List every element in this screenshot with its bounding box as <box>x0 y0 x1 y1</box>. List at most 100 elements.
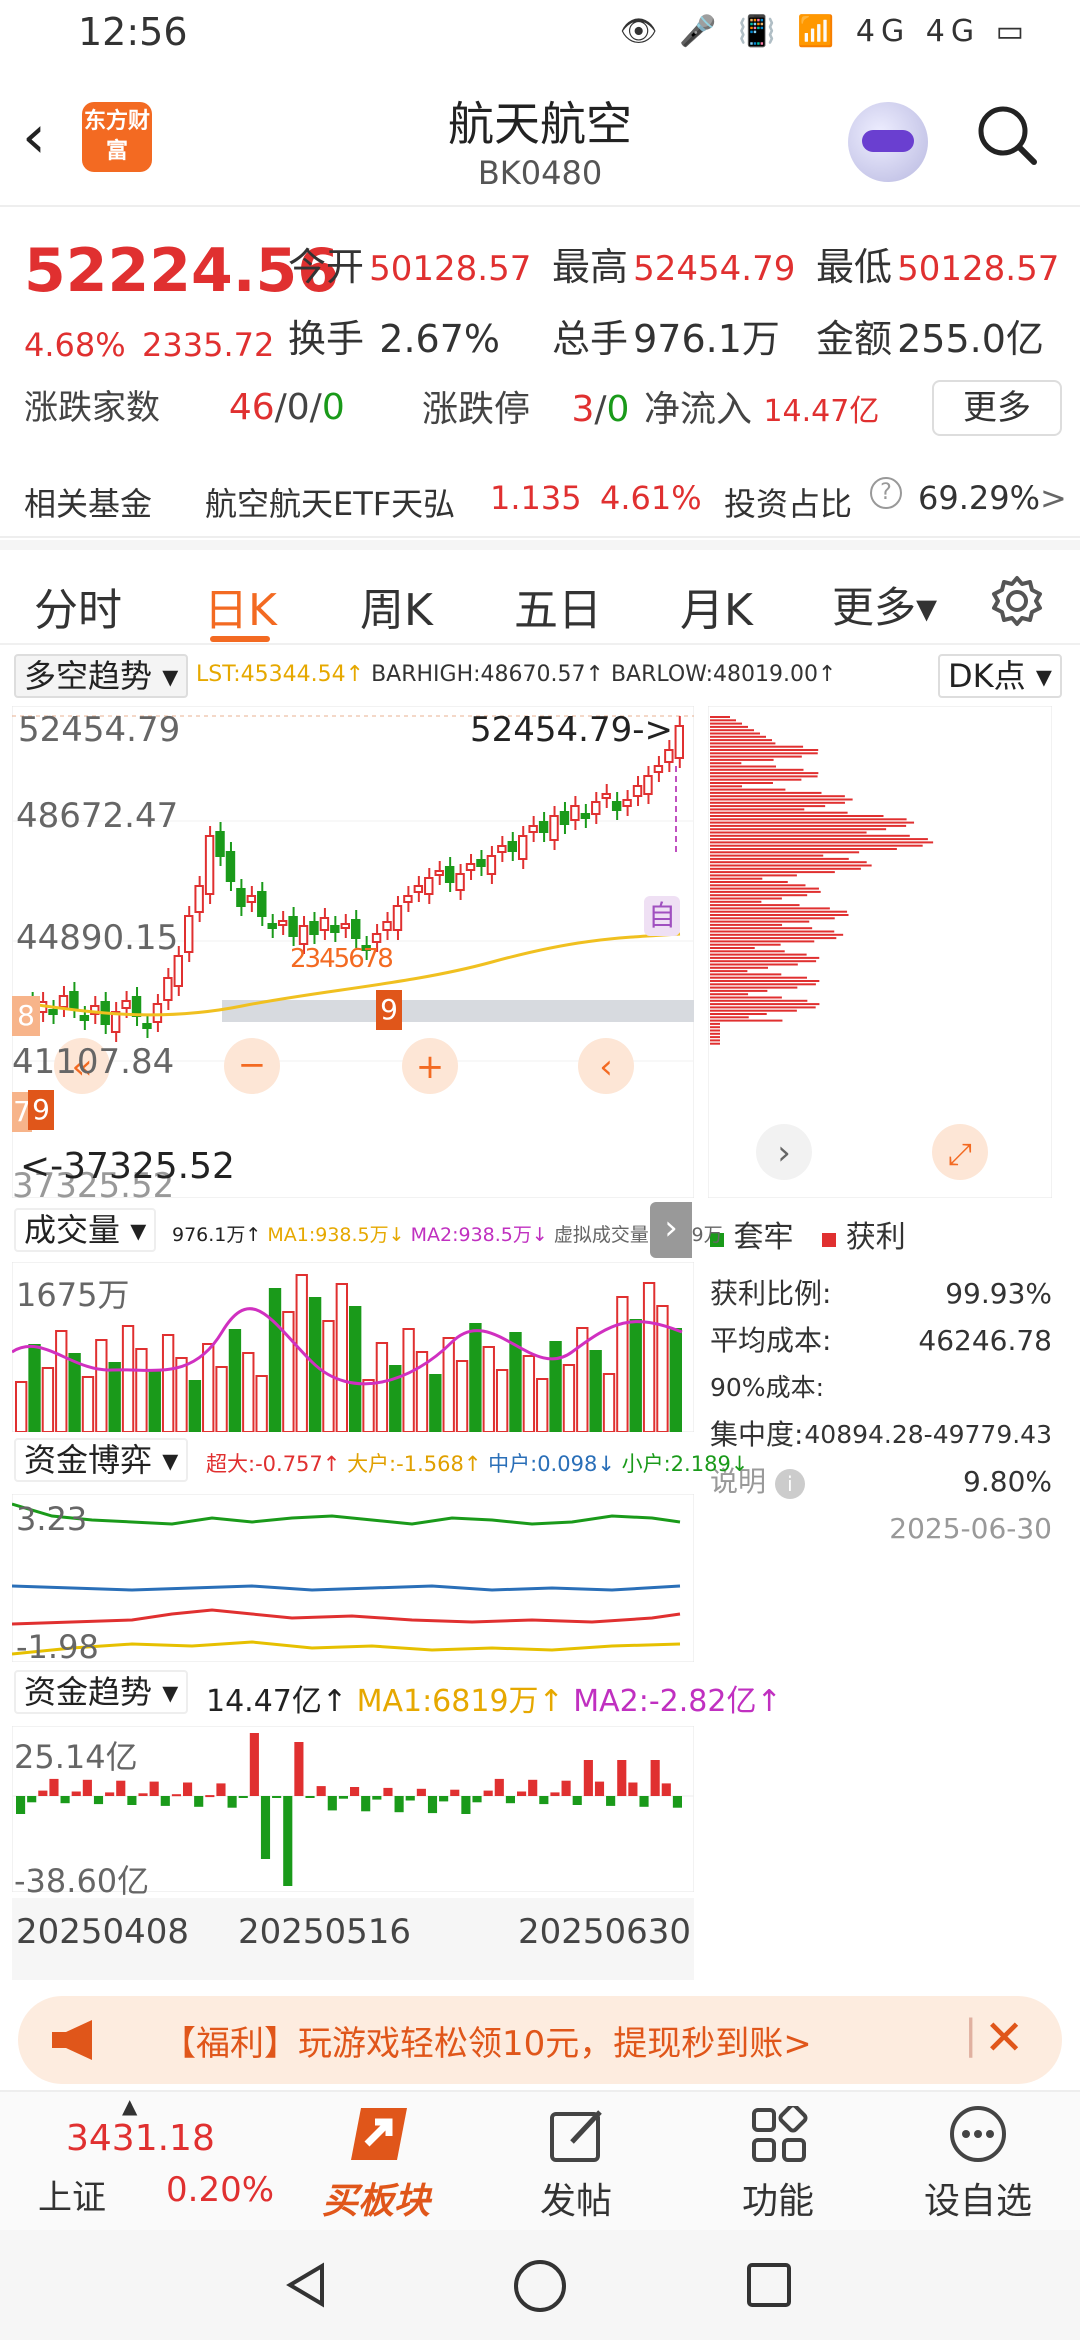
back-nav-icon[interactable] <box>282 2260 332 2310</box>
chip-bar <box>710 973 782 976</box>
trend-bar <box>483 1790 493 1796</box>
chip-bar <box>710 854 824 857</box>
close-icon[interactable]: ✕ <box>984 2010 1024 2066</box>
chip-bar <box>710 828 887 831</box>
tab-five-day[interactable]: 五日 <box>514 574 602 638</box>
candle <box>351 919 361 939</box>
chip-bar <box>710 848 897 850</box>
chip-bar <box>710 887 819 890</box>
chip-bar <box>710 874 797 877</box>
candle <box>392 905 403 931</box>
index-quote[interactable]: ▲ 3431.18 上证 0.20% <box>0 2092 274 2232</box>
candle <box>298 925 309 945</box>
dk-point-dropdown[interactable]: DK点 ▾ <box>938 654 1062 698</box>
chip-bar <box>710 785 743 788</box>
tab-monthly-k[interactable]: 月K <box>680 574 753 638</box>
volume-bar <box>335 1283 349 1432</box>
help-icon[interactable]: ? <box>870 477 902 509</box>
indicator-dropdown[interactable]: 多空趋势 ▾ <box>14 654 189 698</box>
chip-bar <box>710 890 821 893</box>
candle <box>288 916 298 937</box>
chevron-right-icon[interactable]: > <box>1040 479 1067 517</box>
volume-bar <box>188 1380 202 1432</box>
candle <box>622 799 632 807</box>
chip-bar <box>710 716 730 718</box>
volume-bar <box>642 1282 656 1432</box>
max-price-marker: 52454.79-> <box>470 710 673 750</box>
recents-nav-icon[interactable] <box>744 2260 794 2310</box>
assistant-avatar[interactable] <box>848 102 928 182</box>
volume-bar <box>589 1350 602 1432</box>
capital-trend-dropdown[interactable]: 资金趋势 ▾ <box>14 1670 189 1714</box>
y-label-2: 44890.15 <box>16 918 179 958</box>
volume-bar <box>562 1364 576 1432</box>
trend-bar <box>283 1796 293 1886</box>
amount-field: 金额 255.0亿 <box>816 317 1044 361</box>
trend-bar <box>171 1794 181 1797</box>
chip-bar <box>710 864 872 867</box>
nav-add-favorite[interactable]: 设自选 <box>888 2092 1068 2232</box>
trend-bar <box>494 1778 504 1796</box>
candle <box>507 841 517 852</box>
candle <box>497 845 507 853</box>
chip-row: 获利比例: 99.93% <box>710 1277 1052 1310</box>
chip-bar <box>710 1009 797 1012</box>
nav-post[interactable]: 发帖 <box>486 2092 666 2232</box>
date-label: 20250408 <box>16 1912 190 1952</box>
chip-bar <box>710 989 768 992</box>
seq-tag-8: 8 <box>12 996 40 1036</box>
chip-bar <box>710 861 867 864</box>
chip-bar <box>710 749 819 751</box>
chip-bar <box>710 745 804 748</box>
ratio-value: 69.29% <box>918 479 1041 517</box>
chip-bar <box>710 844 923 847</box>
trend-bar <box>550 1792 560 1796</box>
promo-banner[interactable]: 【福利】玩游戏轻松领10元，提现秒到账> | ✕ <box>18 1996 1062 2084</box>
search-icon[interactable] <box>976 104 1038 166</box>
tab-more[interactable]: 更多▾ <box>832 574 937 635</box>
related-fund-row[interactable]: 相关基金 航空航天ETF天弘 1.135 4.61% 投资占比 ? 69.29%… <box>0 465 1080 540</box>
nav-functions[interactable]: 功能 <box>688 2092 868 2232</box>
chip-bar <box>710 735 766 738</box>
y-label-0: 52454.79 <box>18 710 181 750</box>
volume-dropdown[interactable]: 成交量 ▾ <box>14 1208 157 1252</box>
more-button[interactable]: 更多 <box>932 380 1062 436</box>
chip-bar <box>710 729 754 732</box>
trend-bar <box>216 1783 226 1796</box>
volume-bar <box>15 1381 28 1432</box>
chip-bar <box>710 805 826 808</box>
capital-game-dropdown[interactable]: 资金博弈 ▾ <box>14 1438 189 1482</box>
chip-bar <box>710 1026 720 1029</box>
tab-daily-k[interactable]: 日K <box>204 574 277 638</box>
volume-bar <box>215 1366 228 1432</box>
more-dots-icon <box>950 2106 1006 2162</box>
settings-gear-icon[interactable] <box>990 574 1044 628</box>
chip-bar <box>710 914 849 916</box>
candle <box>69 991 79 1009</box>
tab-intraday[interactable]: 分时 <box>34 574 122 638</box>
chip-bar <box>710 956 820 959</box>
promo-text[interactable]: 【福利】玩游戏轻松领10元，提现秒到账> <box>162 2016 812 2065</box>
expand-panel-icon[interactable]: › <box>650 1202 692 1258</box>
fund-pct: 4.61% <box>600 479 702 517</box>
chip-bar <box>710 815 884 817</box>
volume-bar <box>228 1329 242 1432</box>
low-field: 最低 50128.57 <box>816 245 1060 289</box>
volume-field: 总手 976.1万 <box>552 317 780 361</box>
tab-weekly-k[interactable]: 周K <box>360 574 433 638</box>
nav-buy-sector[interactable]: 买板块 <box>286 2092 466 2232</box>
home-nav-icon[interactable] <box>512 2258 568 2314</box>
open-field: 今开 50128.57 <box>288 245 532 289</box>
chip-bar <box>710 940 815 943</box>
candle <box>674 725 684 759</box>
candle <box>518 835 528 860</box>
fund-name[interactable]: 航空航天ETF天弘 <box>205 479 455 525</box>
candle <box>236 888 246 907</box>
candle <box>204 835 215 895</box>
svg-text:−: − <box>238 1045 267 1085</box>
candle <box>340 923 350 929</box>
chip-bar <box>710 996 782 999</box>
volume-bar <box>242 1352 255 1432</box>
self-select-tag[interactable]: 自 <box>644 896 680 936</box>
chip-bar <box>710 838 928 841</box>
